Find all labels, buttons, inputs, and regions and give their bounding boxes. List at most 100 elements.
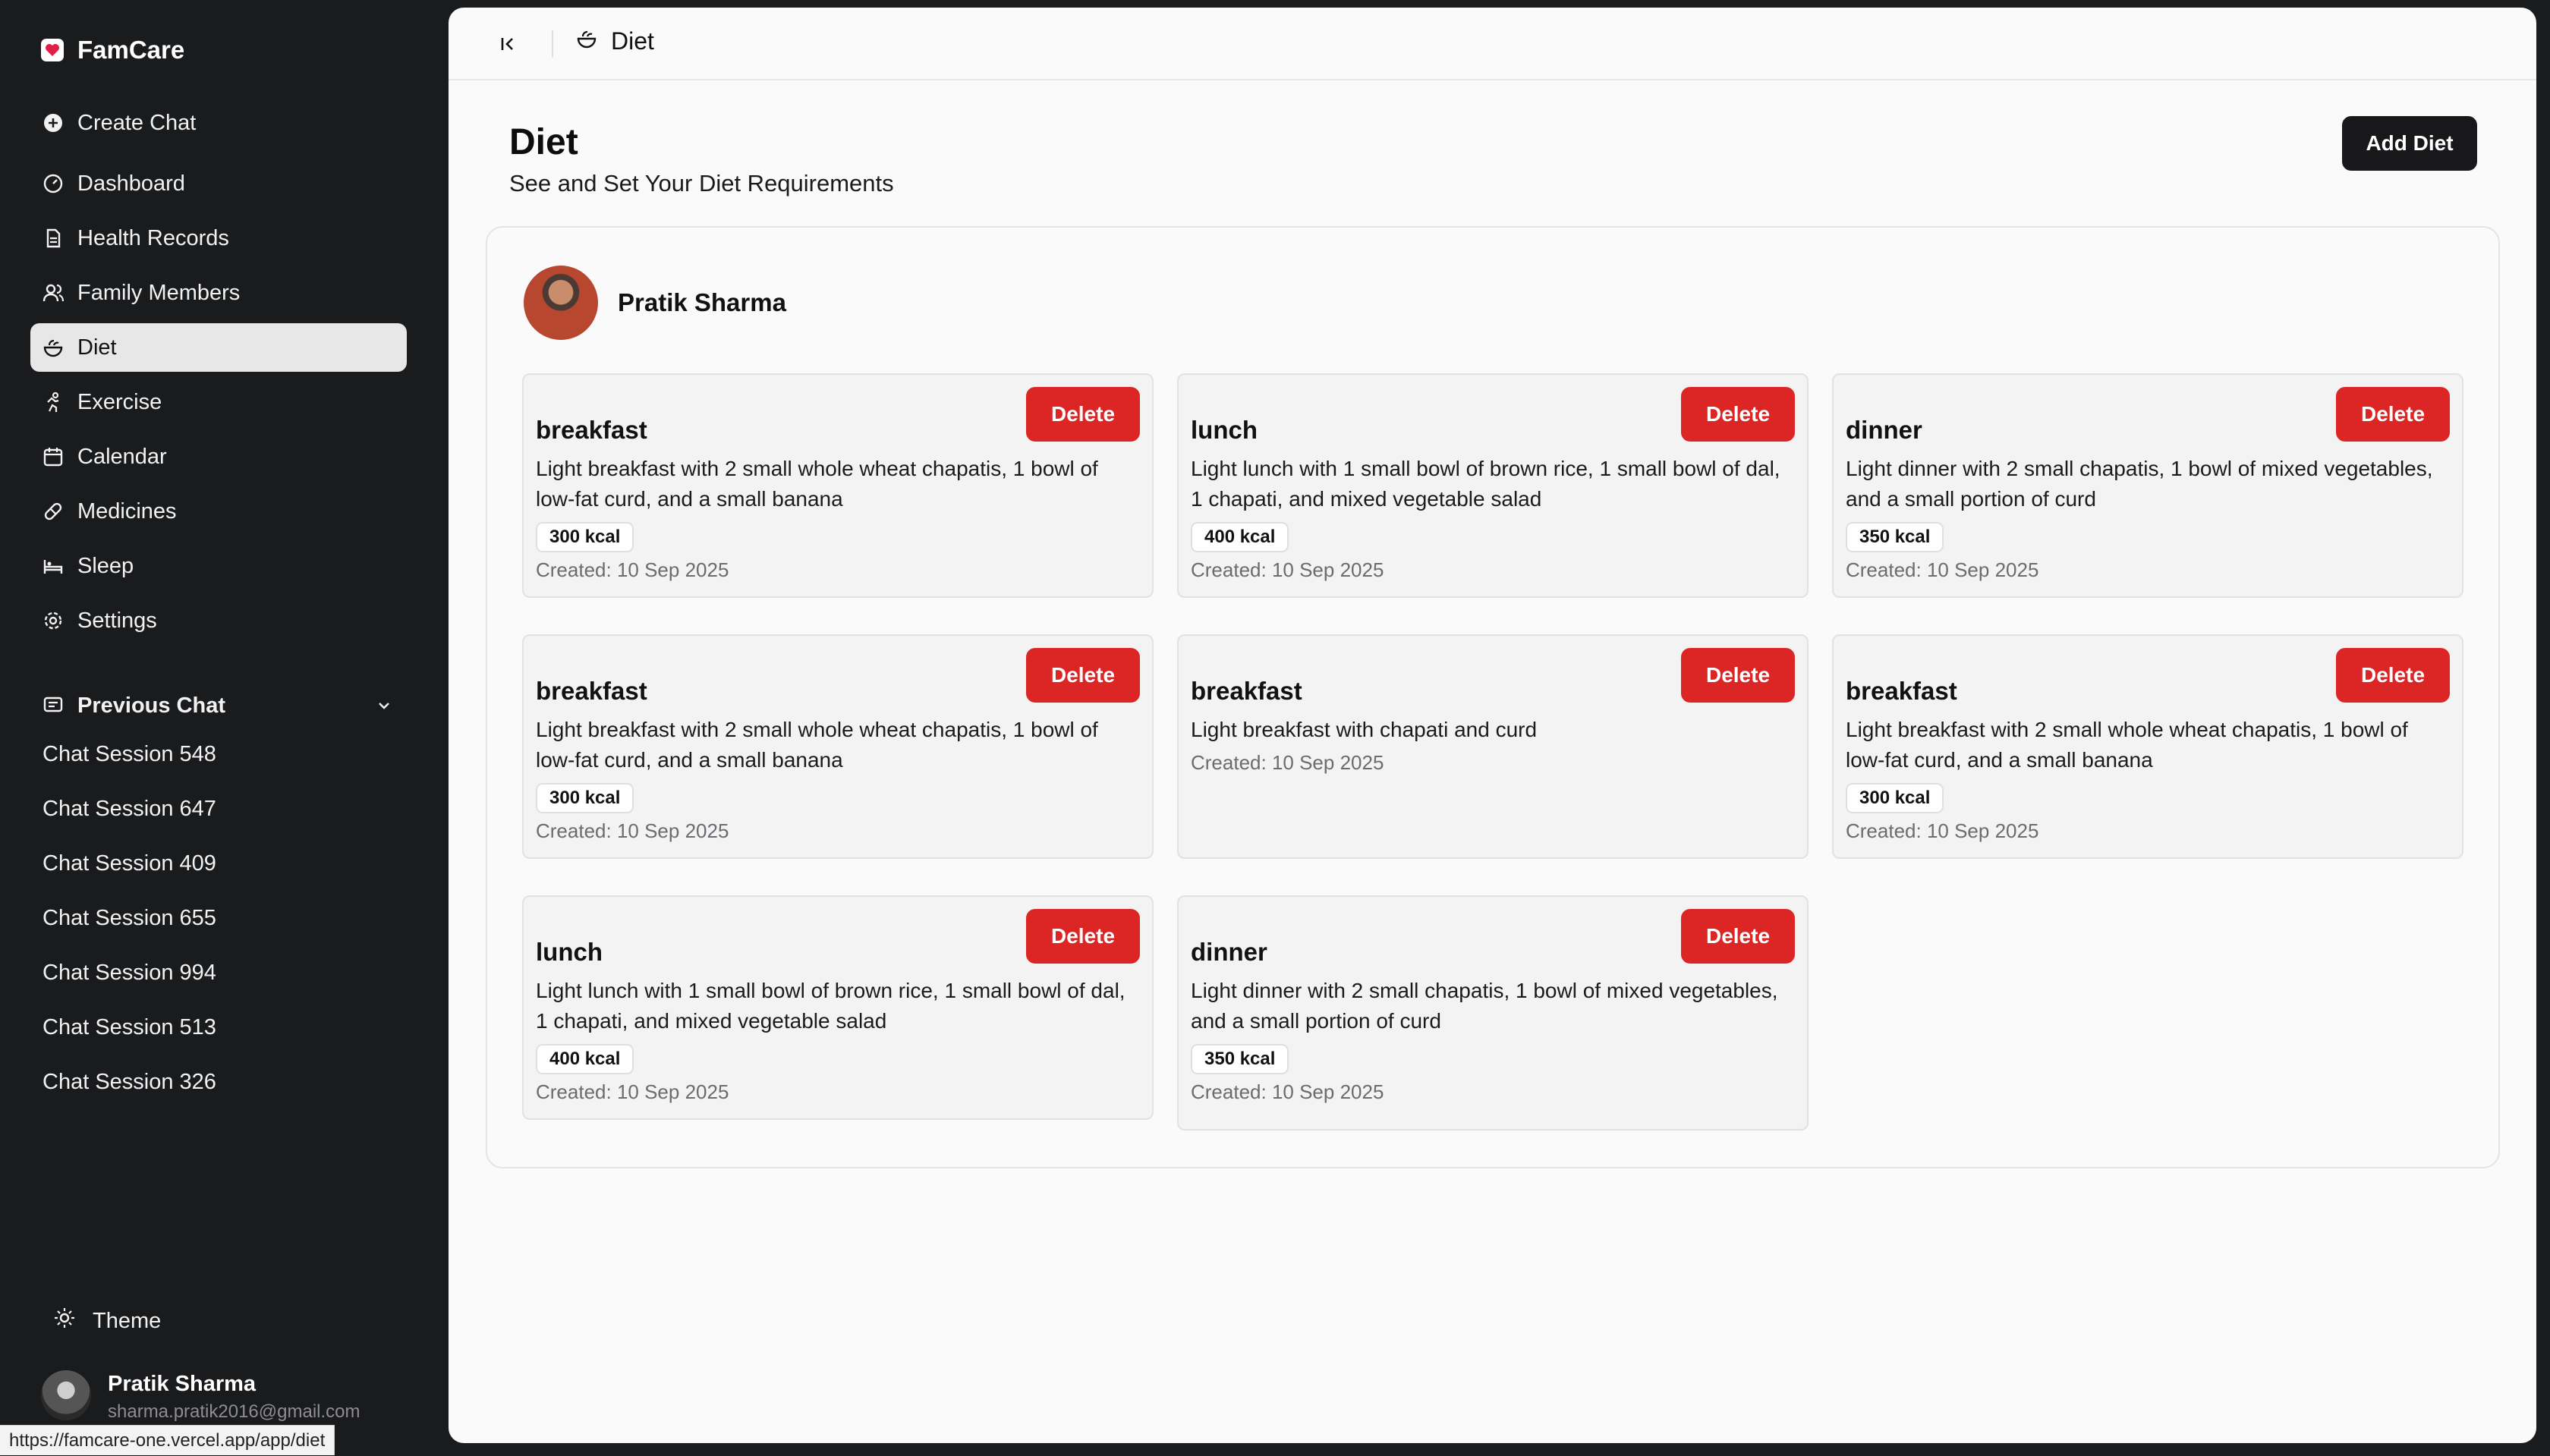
pill-icon [42,501,64,522]
brand[interactable]: FamCare [41,33,184,67]
create-chat-label: Create Chat [77,110,197,135]
meal-description: Light lunch with 1 small bowl of brown r… [1191,457,1780,511]
delete-button[interactable]: Delete [1026,648,1140,703]
meal-description: Light breakfast with 2 small whole wheat… [536,457,1098,511]
chat-session-item[interactable]: Chat Session 647 [42,794,216,824]
created-date: Created: 10 Sep 2025 [1191,1080,1384,1103]
sidebar-item-family-members[interactable]: Family Members [30,269,407,317]
diet-card: Delete dinner Light dinner with 2 small … [1832,373,2463,598]
created-date: Created: 10 Sep 2025 [536,1080,729,1103]
sidebar-item-exercise[interactable]: Exercise [30,378,407,426]
page-subtitle: See and Set Your Diet Requirements [509,170,894,197]
chat-session-item[interactable]: Chat Session 326 [42,1067,216,1097]
created-date: Created: 10 Sep 2025 [1191,558,1384,581]
created-date: Created: 10 Sep 2025 [1191,751,1384,774]
sidebar-item-label: Health Records [77,225,229,250]
calendar-icon [42,446,64,467]
user-name: Pratik Sharma [108,1372,257,1396]
delete-button[interactable]: Delete [1681,648,1795,703]
created-date: Created: 10 Sep 2025 [536,819,729,842]
running-icon [42,392,64,413]
brand-name: FamCare [77,36,185,64]
chevron-down-icon[interactable] [373,695,395,722]
salad-bowl-icon [576,27,597,55]
status-bar-url: https://famcare-one.vercel.app/app/diet [0,1425,335,1455]
member-diet-panel: Pratik Sharma Delete breakfast Light bre… [486,226,2500,1168]
user-profile[interactable]: Pratik Sharma sharma.pratik2016@gmail.co… [41,1370,360,1423]
created-date: Created: 10 Sep 2025 [1846,819,2039,842]
kcal-badge: 400 kcal [536,1044,634,1074]
page-title: Diet [509,122,578,162]
meal-title: dinner [1191,938,1267,966]
meal-title: breakfast [536,677,647,705]
sidebar-item-label: Medicines [77,498,177,524]
delete-button[interactable]: Delete [1681,387,1795,442]
avatar [524,266,598,340]
salad-bowl-icon [42,337,64,358]
chat-session-item[interactable]: Chat Session 655 [42,903,216,933]
plus-circle-icon [42,112,64,134]
chat-session-item[interactable]: Chat Session 548 [42,739,216,769]
sidebar-item-settings[interactable]: Settings [30,596,407,645]
diet-card: Delete breakfast Light breakfast with 2 … [1832,634,2463,859]
top-bar: Diet [449,8,2536,80]
sidebar-item-diet[interactable]: Diet [30,323,407,372]
delete-button[interactable]: Delete [2336,648,2450,703]
diet-card: Delete lunch Light lunch with 1 small bo… [522,895,1154,1120]
theme-label: Theme [93,1308,162,1333]
meal-description: Light breakfast with 2 small whole wheat… [1846,718,2408,772]
meal-description: Light dinner with 2 small chapatis, 1 bo… [1846,457,2433,511]
gauge-icon [42,173,64,194]
create-chat-button[interactable]: Create Chat [30,99,407,147]
member-name: Pratik Sharma [618,288,786,316]
sidebar-item-medicines[interactable]: Medicines [30,487,407,536]
meal-description: Light breakfast with 2 small whole wheat… [536,718,1098,772]
kcal-badge: 350 kcal [1191,1044,1289,1074]
sidebar-item-sleep[interactable]: Sleep [30,542,407,590]
diet-card: Delete breakfast Light breakfast with 2 … [522,373,1154,598]
breadcrumb: Diet [576,27,654,55]
kcal-badge: 400 kcal [1191,522,1289,552]
meal-description: Light dinner with 2 small chapatis, 1 bo… [1191,979,1778,1033]
meal-description: Light breakfast with chapati and curd [1191,718,1538,741]
delete-button[interactable]: Delete [1681,909,1795,964]
sidebar-item-dashboard[interactable]: Dashboard [30,159,407,208]
member-header: Pratik Sharma [524,266,786,340]
diet-card: Delete dinner Light dinner with 2 small … [1177,895,1809,1131]
diet-card: Delete lunch Light lunch with 1 small bo… [1177,373,1809,598]
chat-session-item[interactable]: Chat Session 994 [42,958,216,988]
theme-toggle[interactable]: Theme [53,1307,161,1335]
sidebar-item-label: Settings [77,608,157,633]
meal-title: breakfast [536,416,647,444]
meal-title: dinner [1846,416,1922,444]
diet-card: Delete breakfast Light breakfast with ch… [1177,634,1809,859]
kcal-badge: 300 kcal [1846,783,1944,813]
main-content: Diet Diet See and Set Your Diet Requirem… [449,8,2536,1443]
kcal-badge: 300 kcal [536,522,634,552]
delete-button[interactable]: Delete [1026,909,1140,964]
breadcrumb-label: Diet [611,27,654,55]
delete-button[interactable]: Delete [1026,387,1140,442]
divider [552,30,553,58]
users-icon [42,282,64,303]
previous-chat-toggle[interactable]: Previous Chat [30,683,407,728]
sun-icon [53,1307,76,1335]
sidebar-item-health-records[interactable]: Health Records [30,214,407,263]
delete-button[interactable]: Delete [2336,387,2450,442]
sidebar-item-label: Dashboard [77,171,185,196]
sidebar: FamCare Create Chat Dashboard Health Rec… [0,0,449,1455]
heart-logo-icon [41,39,64,61]
meal-title: lunch [1191,416,1258,444]
sidebar-item-label: Diet [77,335,117,360]
chat-session-item[interactable]: Chat Session 513 [42,1012,216,1042]
bed-icon [42,555,64,577]
meal-description: Light lunch with 1 small bowl of brown r… [536,979,1125,1033]
chat-session-item[interactable]: Chat Session 409 [42,848,216,879]
sidebar-item-calendar[interactable]: Calendar [30,432,407,481]
add-diet-button[interactable]: Add Diet [2342,116,2477,171]
user-email: sharma.pratik2016@gmail.com [108,1401,360,1422]
collapse-sidebar-icon[interactable] [493,29,523,59]
kcal-badge: 300 kcal [536,783,634,813]
meal-title: breakfast [1191,677,1302,705]
created-date: Created: 10 Sep 2025 [536,558,729,581]
